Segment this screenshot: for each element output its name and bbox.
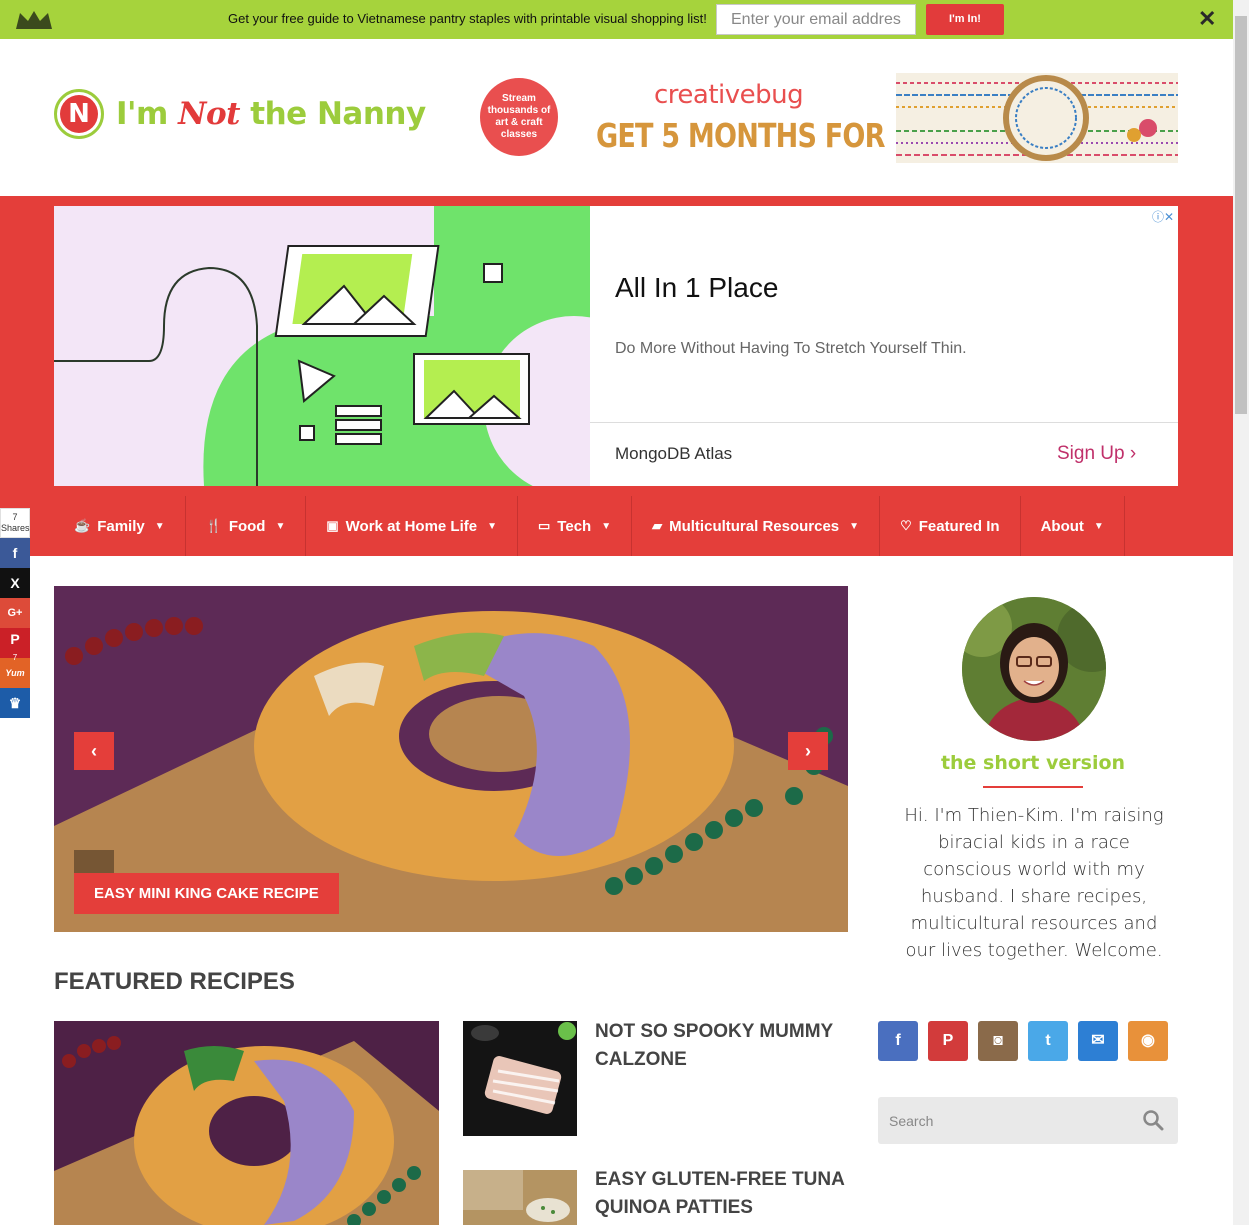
crown-icon — [16, 11, 52, 29]
chevron-down-icon: ▼ — [849, 520, 860, 532]
instagram-icon[interactable]: ◙ — [978, 1021, 1018, 1061]
promo-bar: Get your free guide to Vietnamese pantry… — [0, 0, 1233, 39]
yummly-icon[interactable]: Yum — [0, 658, 30, 688]
ad-circle-badge: Stream thousands of art & craft classes — [480, 78, 558, 156]
im-in-button[interactable]: I'm In! — [926, 4, 1004, 35]
page-scrollbar[interactable] — [1233, 0, 1249, 1225]
share-count: 7 Shares — [0, 508, 30, 538]
coffee-icon: ☕ — [74, 518, 91, 533]
heart-icon: ♡ — [900, 518, 912, 533]
header-ad[interactable]: Stream thousands of art & craft classes … — [470, 70, 1190, 170]
short-version-title: the short version — [940, 752, 1126, 774]
site-logo[interactable]: N I'm Not the Nanny — [54, 88, 426, 140]
featured-recipes-heading: FEATURED RECIPES — [54, 968, 295, 995]
recipe-title-link[interactable]: NOT SO SPOOKY MUMMY CALZONE — [595, 1018, 845, 1074]
close-icon[interactable]: ✕ — [1198, 8, 1216, 30]
search-input[interactable] — [878, 1097, 1128, 1144]
search-box — [878, 1097, 1178, 1144]
slider-next-button[interactable]: › — [788, 732, 828, 770]
chevron-down-icon: ▼ — [601, 520, 612, 532]
scrollbar-thumb[interactable] — [1235, 16, 1247, 414]
sign-up-link[interactable]: Sign Up › — [1057, 443, 1136, 465]
chevron-down-icon: ▼ — [487, 520, 497, 532]
hero-slider[interactable]: ‹ › EASY MINI KING CAKE RECIPE — [54, 586, 848, 932]
google-plus-icon[interactable]: G+ — [0, 598, 30, 628]
briefcase-icon: ▣ — [326, 518, 339, 533]
featured-recipe-image[interactable] — [54, 1021, 439, 1225]
chevron-down-icon: ▼ — [154, 520, 165, 532]
ad-embroidery-image — [896, 73, 1178, 163]
twitter-icon[interactable]: t — [1028, 1021, 1068, 1061]
banner-ad-divider — [590, 422, 1178, 423]
site-name: I'm Not the Nanny — [116, 96, 426, 132]
recipe-thumbnail-tuna-patties[interactable] — [463, 1170, 577, 1225]
search-icon[interactable] — [1142, 1109, 1164, 1131]
banner-ad[interactable]: ⓘ✕ All In 1 Place Do More Without Having… — [54, 206, 1178, 486]
x-icon[interactable]: X — [0, 568, 30, 598]
pinterest-icon[interactable]: P — [928, 1021, 968, 1061]
facebook-icon[interactable]: f — [878, 1021, 918, 1061]
recipe-thumbnail-mummy-calzone[interactable] — [463, 1021, 577, 1136]
logo-badge: N — [54, 89, 104, 139]
laptop-icon: ▭ — [538, 518, 551, 533]
facebook-icon[interactable]: f — [0, 538, 30, 568]
banner-ad-title: All In 1 Place — [615, 272, 779, 303]
rss-icon[interactable]: ◉ — [1128, 1021, 1168, 1061]
promo-message: Get your free guide to Vietnamese pantry… — [228, 11, 707, 26]
nav-item-about[interactable]: About ▼ — [1021, 496, 1125, 556]
slider-prev-button[interactable]: ‹ — [74, 732, 114, 770]
chevron-down-icon: ▼ — [1093, 520, 1104, 532]
ad-info-icon[interactable]: ⓘ✕ — [1152, 208, 1174, 225]
chevron-right-icon: › — [1129, 443, 1137, 464]
nav-item-family[interactable]: ☕ Family ▼ — [54, 496, 186, 556]
share-rail: 7Shares f X G+ P7 Yum ♛ — [0, 508, 30, 718]
banner-ad-description: Do More Without Having To Stretch Yourse… — [615, 340, 967, 357]
nav-item-tech[interactable]: ▭ Tech ▼ — [518, 496, 633, 556]
social-links: f P ◙ t ✉ ◉ — [878, 1021, 1168, 1061]
slide-caption[interactable]: EASY MINI KING CAKE RECIPE — [74, 873, 339, 914]
email-field[interactable] — [716, 4, 916, 35]
slider-thumb-indicator — [74, 850, 114, 873]
sumo-icon[interactable]: ♛ — [0, 688, 30, 718]
banner-ad-advertiser: MongoDB Atlas — [615, 444, 733, 463]
ad-brand: creativebug — [654, 80, 804, 110]
ad-offer: GET 5 MONTHS FOR — [596, 116, 885, 155]
nav-item-food[interactable]: 🍴 Food ▼ — [186, 496, 307, 556]
title-underline — [983, 786, 1083, 788]
avatar — [962, 597, 1106, 741]
nav-item-work-at-home[interactable]: ▣ Work at Home Life ▼ — [306, 496, 518, 556]
recipe-title-link[interactable]: EASY GLUTEN-FREE TUNA QUINOA PATTIES — [595, 1166, 845, 1222]
main-nav: ☕ Family ▼ 🍴 Food ▼ ▣ Work at Home Life ▼ ▭ Tec… — [54, 496, 1125, 556]
nav-item-multicultural[interactable]: ▰ Multicultural Resources ▼ — [632, 496, 881, 556]
pinterest-icon[interactable]: P7 — [0, 628, 30, 662]
utensils-icon: 🍴 — [205, 518, 222, 533]
chevron-down-icon: ▼ — [275, 520, 286, 532]
email-icon[interactable]: ✉ — [1078, 1021, 1118, 1061]
banner-ad-illustration — [54, 206, 590, 486]
nav-item-featured-in[interactable]: ♡ Featured In — [880, 496, 1021, 556]
book-icon: ▰ — [652, 518, 663, 533]
author-bio: Hi. I'm Thien-Kim. I'm raising biracial … — [904, 805, 1164, 961]
